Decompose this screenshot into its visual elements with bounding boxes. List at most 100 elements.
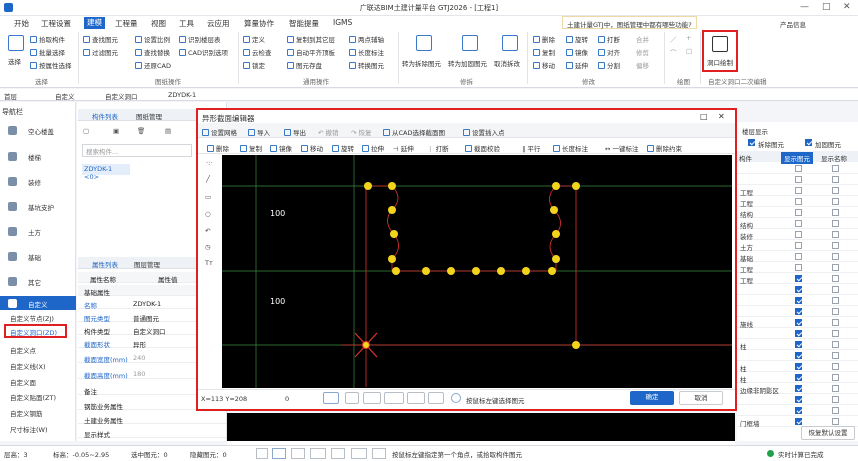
nav-item-stairs[interactable]: 楼梯	[0, 145, 76, 169]
grid-row[interactable]: 结构	[737, 218, 858, 230]
convert-element-button[interactable]: 转换图元	[349, 60, 384, 70]
align-button[interactable]: 对齐	[598, 47, 620, 57]
component-search-input[interactable]: 搜索构件...	[82, 144, 192, 157]
show-name-checkbox[interactable]	[832, 275, 839, 282]
break-button[interactable]: 打断	[598, 34, 620, 44]
offset-button[interactable]: 偏移	[636, 60, 649, 70]
extend-button[interactable]: 延伸	[566, 60, 588, 70]
redo-button[interactable]: ↷ 恢复	[351, 127, 372, 137]
editor-maximize-button[interactable]: □	[700, 112, 708, 121]
show-element-checkbox[interactable]	[795, 319, 802, 326]
type-select-2[interactable]: 自定义洞口	[105, 91, 138, 101]
draw-line-icon[interactable]: ／	[670, 34, 677, 44]
image-mode-icon[interactable]	[428, 392, 444, 404]
define-button[interactable]: 定义	[243, 34, 265, 44]
tab-component-list[interactable]: 构件列表	[92, 111, 118, 121]
show-element-checkbox[interactable]	[795, 198, 802, 205]
grid-row[interactable]: 边缘非阴影区	[737, 383, 858, 395]
show-name-checkbox[interactable]	[832, 165, 839, 172]
show-element-checkbox[interactable]	[795, 253, 802, 260]
tool-text-icon[interactable]: Tт	[205, 259, 213, 267]
restore-default-button[interactable]: 恢复默认设置	[801, 426, 855, 440]
editor-delete-button[interactable]: 删除	[207, 143, 229, 153]
show-name-checkbox[interactable]	[832, 407, 839, 414]
show-element-checkbox[interactable]	[795, 176, 802, 183]
show-element-checkbox[interactable]	[795, 187, 802, 194]
export-button[interactable]: 导出	[284, 127, 306, 137]
grid-row[interactable]	[737, 174, 858, 185]
set-insert-point-button[interactable]: 设置插入点	[463, 127, 505, 137]
show-name-checkbox[interactable]	[832, 242, 839, 249]
opening-draw-button[interactable]: 洞口绘制	[702, 30, 738, 72]
show-name-checkbox[interactable]	[832, 319, 839, 326]
menu-cloud[interactable]: 云应用	[207, 18, 230, 29]
tool-arc-icon[interactable]: ↶	[205, 227, 210, 235]
tool-line-icon[interactable]: ╱	[206, 175, 210, 183]
lock-button[interactable]: 锁定	[243, 60, 265, 70]
show-name-checkbox[interactable]	[832, 308, 839, 315]
merge-button[interactable]: 合并	[636, 34, 649, 44]
grid-snap-icon[interactable]	[323, 392, 339, 404]
nav-item-pit-support[interactable]: 基坑支护	[0, 195, 76, 219]
show-name-checkbox[interactable]	[832, 187, 839, 194]
tab-property-list[interactable]: 属性列表	[92, 259, 118, 269]
delete-button[interactable]: 删除	[533, 34, 555, 44]
nav-sub-custom-point[interactable]: 自定义点	[10, 345, 36, 355]
check-demolish[interactable]: 拆除图元	[748, 139, 784, 149]
menu-view[interactable]: 视图	[151, 18, 166, 29]
section-check-button[interactable]: 截面校验	[465, 143, 500, 153]
tool-rect-icon[interactable]: ▭	[205, 193, 211, 201]
show-name-checkbox[interactable]	[832, 374, 839, 381]
length-dimension-editor-button[interactable]: 长度标注	[553, 143, 588, 153]
restore-cad-button[interactable]: 还原CAD	[135, 60, 171, 70]
grid-row[interactable]	[737, 394, 858, 405]
grid-row[interactable]: 工程	[737, 262, 858, 274]
move-button[interactable]: 移动	[533, 60, 555, 70]
dimension-mode-icon[interactable]	[384, 392, 404, 404]
nav-sub-custom-line[interactable]: 自定义线(X)	[10, 361, 46, 371]
nav-item-decoration[interactable]: 装修	[0, 170, 76, 194]
filter-element-button[interactable]: 过滤图元	[83, 47, 118, 57]
delete-component-icon[interactable]: 🗑	[137, 127, 145, 135]
component-item[interactable]: ZDYDK-1 <0>	[82, 164, 130, 181]
status-tool-icon[interactable]	[256, 448, 268, 459]
identify-floor-table-button[interactable]: 识别楼层表	[179, 34, 221, 44]
copy-to-other-floor-button[interactable]: 复制到其它层	[287, 34, 335, 44]
show-name-checkbox[interactable]	[832, 330, 839, 337]
grid-row[interactable]	[737, 284, 858, 295]
draw-rect-icon[interactable]: □	[686, 47, 692, 55]
grid-row[interactable]: 工程	[737, 185, 858, 197]
editor-rotate-button[interactable]: 旋转	[332, 143, 354, 153]
ortho-icon[interactable]	[345, 392, 359, 404]
menu-igms[interactable]: IGMS	[333, 18, 352, 27]
trim-button[interactable]: 修剪	[636, 47, 649, 57]
editor-canvas[interactable]: 100 100	[222, 155, 732, 388]
nav-item-custom[interactable]: 自定义	[0, 296, 76, 310]
grid-row[interactable]	[737, 163, 858, 174]
nav-sub-custom-node[interactable]: 自定义节点(ZJ)	[10, 313, 54, 323]
nav-item-foundation[interactable]: 基础	[0, 245, 76, 269]
show-element-checkbox[interactable]	[795, 275, 802, 282]
status-settings-icon[interactable]	[372, 448, 386, 459]
delete-constraint-button[interactable]: 删除约束	[647, 143, 682, 153]
save-element-button[interactable]: 图元存盘	[287, 60, 322, 70]
copy-component-icon[interactable]: ▣	[113, 127, 119, 135]
show-name-checkbox[interactable]	[832, 198, 839, 205]
auto-align-top-button[interactable]: 自动平齐顶板	[287, 47, 335, 57]
editor-move-button[interactable]: 移动	[301, 143, 323, 153]
grid-row[interactable]: 基础	[737, 251, 858, 263]
show-element-checkbox[interactable]	[795, 341, 802, 348]
nav-sub-custom-cladding[interactable]: 自定义贴面(ZT)	[10, 392, 56, 402]
show-element-checkbox[interactable]	[795, 407, 802, 414]
two-point-axis-button[interactable]: 两点辅轴	[349, 34, 384, 44]
show-element-checkbox[interactable]	[795, 220, 802, 227]
show-element-checkbox[interactable]	[795, 396, 802, 403]
checkbox-reinforce[interactable]	[805, 139, 812, 146]
editor-mirror-button[interactable]: 镜像	[270, 143, 292, 153]
tool-angle-icon[interactable]: ◷	[205, 243, 211, 251]
show-element-checkbox[interactable]	[795, 374, 802, 381]
show-name-checkbox[interactable]	[832, 297, 839, 304]
grid-row[interactable]: 工程	[737, 273, 858, 285]
grid-row[interactable]	[737, 306, 858, 317]
tab-layer-management[interactable]: 图层管理	[134, 259, 160, 269]
